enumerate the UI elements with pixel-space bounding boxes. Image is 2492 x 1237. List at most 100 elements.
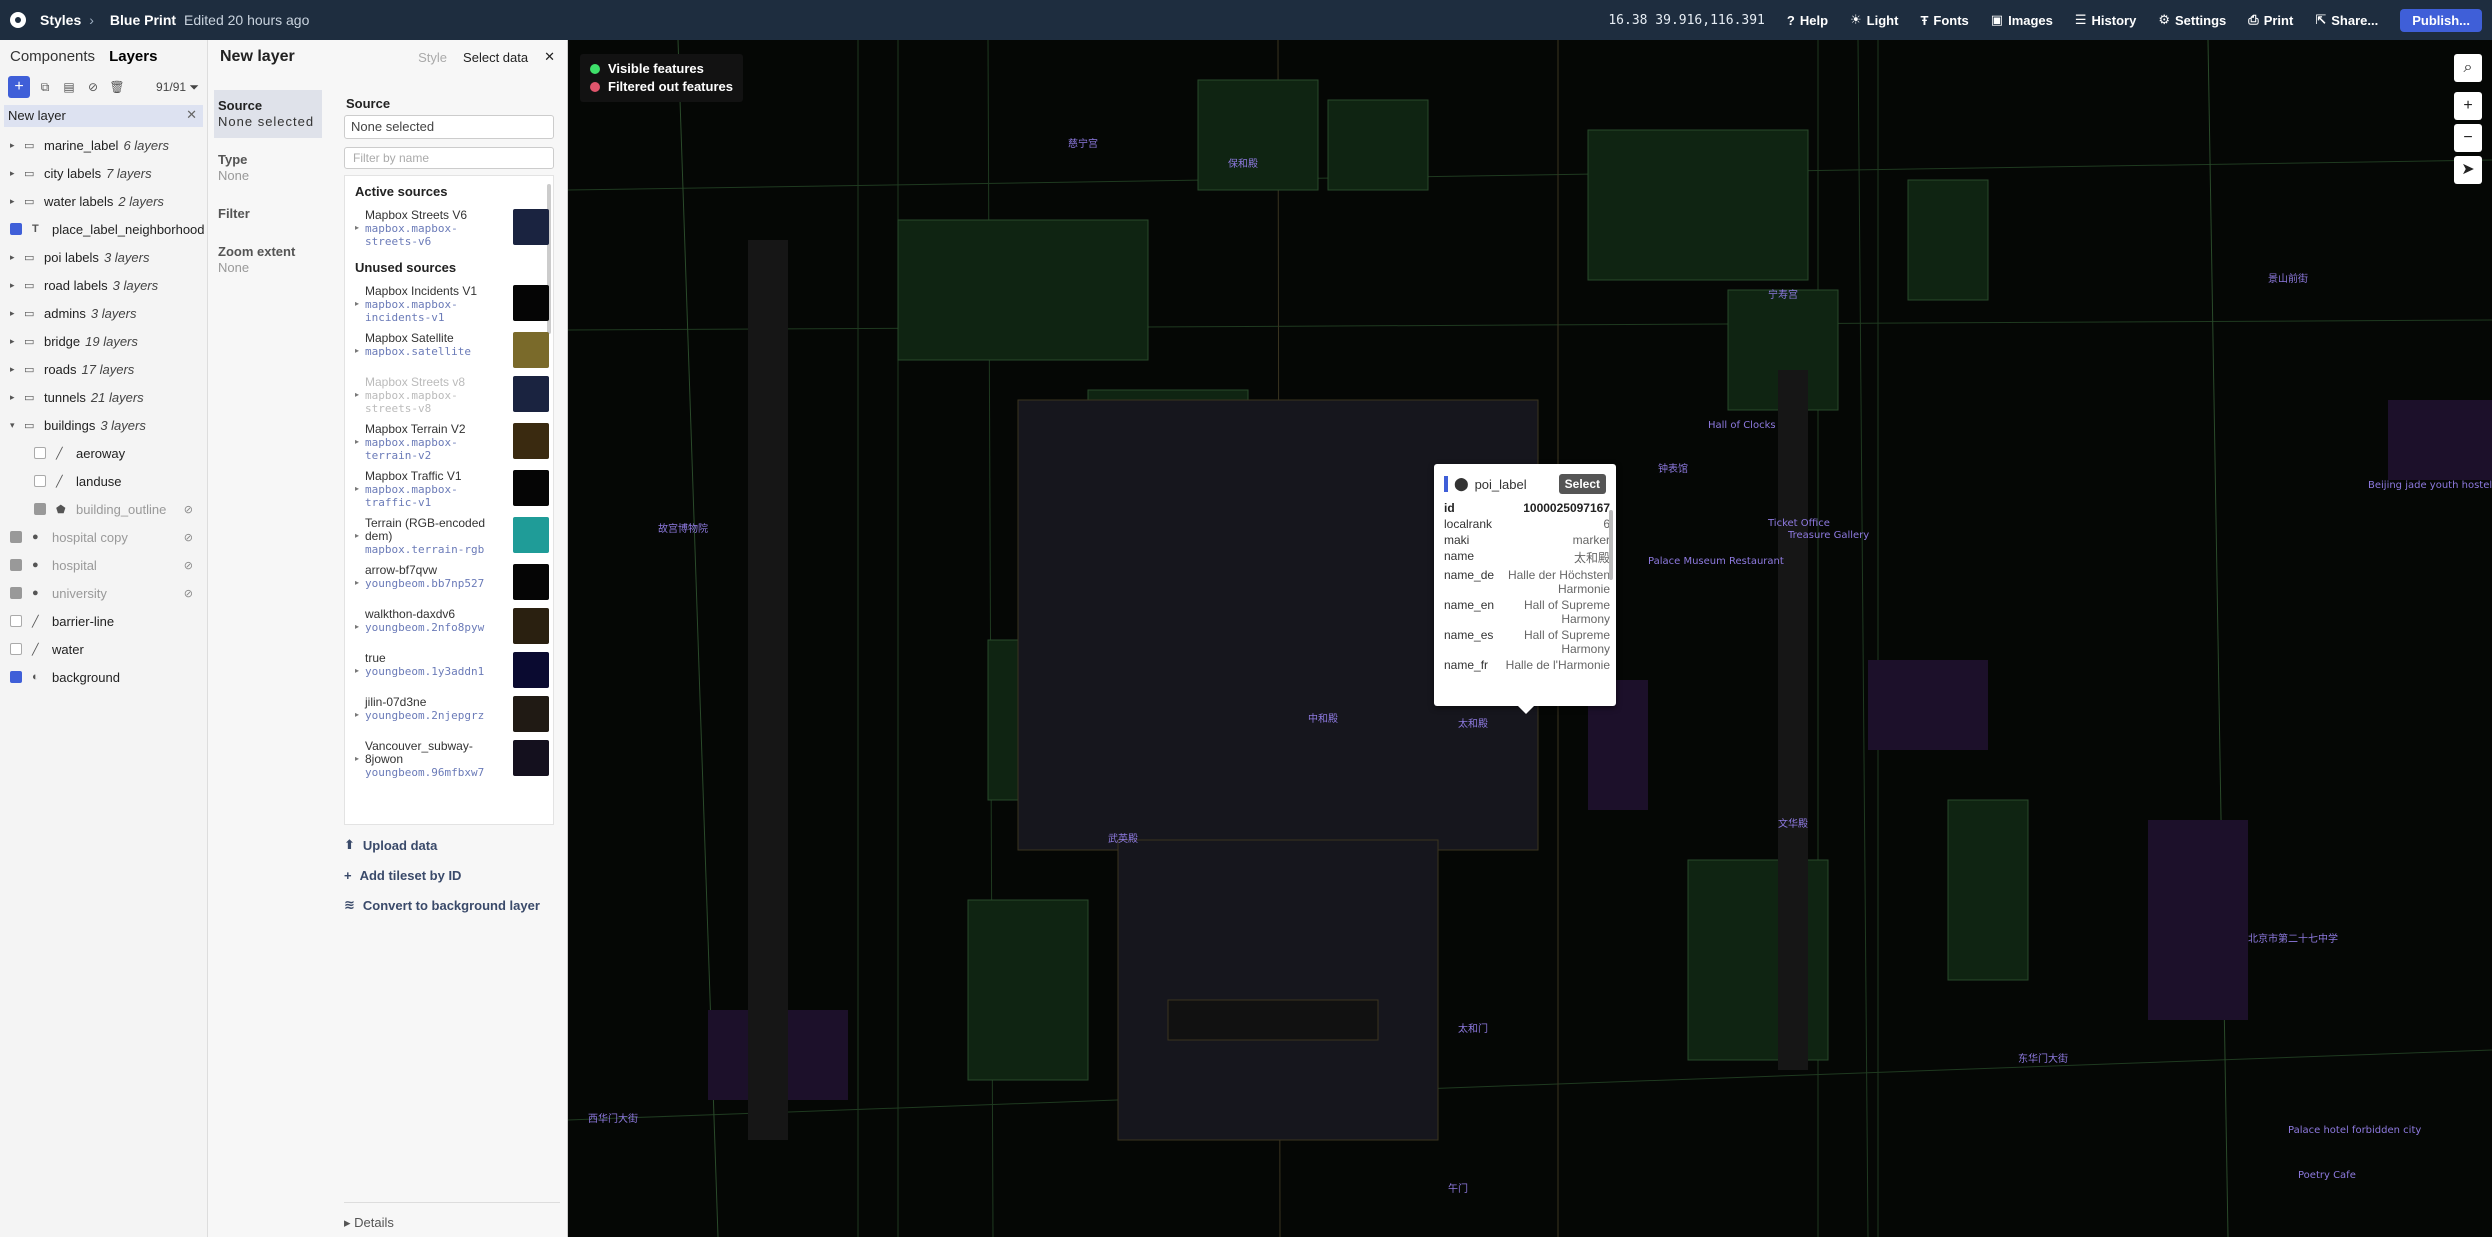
history-button[interactable]: ☰ History: [2075, 12, 2136, 28]
chevron-right-icon[interactable]: ▸: [355, 531, 365, 540]
layer-item[interactable]: ▸ ▭ poi labels 3 layers: [0, 243, 207, 271]
layer-item[interactable]: ● hospital copy ⊘: [0, 523, 207, 551]
hidden-eye-icon[interactable]: ⊘: [184, 531, 193, 544]
hidden-eye-icon[interactable]: ⊘: [184, 503, 193, 516]
chevron-right-icon[interactable]: ▸: [355, 578, 365, 587]
source-item[interactable]: ▸ Vancouver_subway-8jowon youngbeom.96mfbx…: [345, 736, 553, 783]
layer-item[interactable]: ▸ ▭ city labels 7 layers: [0, 159, 207, 187]
share-button[interactable]: ⇱ Share...: [2315, 12, 2378, 28]
layer-item[interactable]: ╱ water: [0, 635, 207, 663]
chevron-right-icon[interactable]: ▸: [355, 484, 365, 493]
chevron-right-icon[interactable]: ▸: [10, 252, 20, 263]
nav-zoom-extent[interactable]: Zoom extent None: [214, 236, 322, 284]
zoom-coordinates[interactable]: 16.38 39.916,116.391: [1608, 13, 1765, 28]
tab-style[interactable]: Style: [418, 50, 447, 65]
chevron-right-icon[interactable]: ▸: [10, 392, 20, 403]
layer-item[interactable]: ● hospital ⊘: [0, 551, 207, 579]
tab-layers[interactable]: Layers: [109, 48, 157, 65]
light-button[interactable]: ☀ Light: [1850, 12, 1898, 28]
source-item[interactable]: ▸ Mapbox Satellite mapbox.satellite: [345, 328, 553, 372]
add-layer-button[interactable]: +: [8, 76, 30, 98]
mapbox-logo-icon[interactable]: [10, 12, 26, 28]
chevron-right-icon[interactable]: ▸: [355, 437, 365, 446]
chevron-right-icon[interactable]: ▸: [10, 168, 20, 179]
layer-item[interactable]: ▾ ▭ buildings 3 layers: [0, 411, 207, 439]
source-item[interactable]: ▸ Mapbox Terrain V2 mapbox.mapbox-terrain-…: [345, 419, 553, 466]
details-toggle[interactable]: ▸ Details: [344, 1202, 560, 1231]
source-item[interactable]: ▸ Mapbox Traffic V1 mapbox.mapbox-traffic-…: [345, 466, 553, 513]
close-icon[interactable]: ✕: [186, 107, 197, 123]
search-icon[interactable]: ⌕: [2454, 54, 2482, 82]
breadcrumb-styles[interactable]: Styles: [40, 12, 81, 28]
chevron-right-icon[interactable]: ▸: [10, 140, 20, 151]
layer-item[interactable]: ▸ ▭ bridge 19 layers: [0, 327, 207, 355]
popup-scrollbar[interactable]: [1609, 510, 1613, 580]
chevron-right-icon[interactable]: ▸: [10, 308, 20, 319]
source-item[interactable]: ▸ Mapbox Streets V6 mapbox.mapbox-streets-…: [345, 205, 553, 252]
chevron-right-icon[interactable]: ▸: [355, 299, 365, 308]
compass-icon[interactable]: ➤: [2454, 156, 2482, 184]
chevron-right-icon[interactable]: ▸: [355, 622, 365, 631]
chevron-right-icon[interactable]: ▸: [355, 666, 365, 675]
hide-icon[interactable]: ⊘: [84, 78, 102, 96]
layer-item[interactable]: ╱ barrier-line: [0, 607, 207, 635]
zoom-in-button[interactable]: +: [2454, 92, 2482, 120]
chevron-right-icon[interactable]: ▸: [355, 223, 365, 232]
layer-item[interactable]: Tplace_label_neighborhood: [0, 215, 207, 243]
chevron-right-icon[interactable]: ▸: [355, 754, 365, 763]
add-tileset-button[interactable]: + Add tileset by ID: [344, 860, 540, 890]
hidden-eye-icon[interactable]: ⊘: [184, 587, 193, 600]
source-item[interactable]: ▸ Mapbox Incidents V1 mapbox.mapbox-incide…: [345, 281, 553, 328]
layer-item[interactable]: ◐ background: [0, 663, 207, 691]
chevron-right-icon[interactable]: ▸: [10, 364, 20, 375]
chevron-down-icon[interactable]: ▾: [10, 420, 20, 431]
upload-data-button[interactable]: ⬆ Upload data: [344, 830, 540, 860]
nav-source[interactable]: Source None selected: [214, 90, 322, 138]
group-icon[interactable]: ▤: [60, 78, 78, 96]
close-icon[interactable]: ✕: [544, 49, 555, 65]
tab-select-data[interactable]: Select data: [463, 50, 528, 65]
popup-select-button[interactable]: Select: [1558, 474, 1606, 494]
map-canvas[interactable]: 西华门大街 东华门大街 故宫博物院 太和殿 太和门 午门 Palace Museum Res…: [568, 40, 2492, 1237]
layer-search-input[interactable]: New layer ✕: [4, 105, 203, 127]
layer-item[interactable]: ▸ ▭ road labels 3 layers: [0, 271, 207, 299]
source-select[interactable]: None selected: [344, 115, 554, 139]
source-item[interactable]: ▸ Terrain (RGB-encoded dem) mapbox.terrain…: [345, 513, 553, 560]
breadcrumb-project[interactable]: Blue Print: [110, 12, 176, 28]
layer-item[interactable]: ▸ ▭ admins 3 layers: [0, 299, 207, 327]
help-button[interactable]: ? Help: [1787, 13, 1828, 28]
layer-item[interactable]: ▸ ▭ marine_label 6 layers: [0, 131, 207, 159]
duplicate-icon[interactable]: ⧉: [36, 78, 54, 96]
layer-item[interactable]: ▸ ▭ tunnels 21 layers: [0, 383, 207, 411]
layer-item[interactable]: ▸ ▭ water labels 2 layers: [0, 187, 207, 215]
publish-button[interactable]: Publish...: [2400, 8, 2482, 32]
tab-components[interactable]: Components: [10, 48, 95, 65]
chevron-right-icon[interactable]: ▸: [10, 196, 20, 207]
fonts-button[interactable]: Ŧ Fonts: [1920, 13, 1968, 28]
source-item[interactable]: ▸ walkthon-daxdv6 youngbeom.2nfo8pyw: [345, 604, 553, 648]
layer-item[interactable]: ▸ ▭ roads 17 layers: [0, 355, 207, 383]
layer-item[interactable]: ╱ aeroway: [0, 439, 207, 467]
convert-background-button[interactable]: ≋ Convert to background layer: [344, 890, 540, 920]
chevron-right-icon[interactable]: ▸: [355, 710, 365, 719]
delete-icon[interactable]: 🗑: [108, 78, 126, 96]
zoom-out-button[interactable]: −: [2454, 124, 2482, 152]
source-item[interactable]: ▸ jilin-07d3ne youngbeom.2njepgrz: [345, 692, 553, 736]
nav-filter[interactable]: Filter: [214, 198, 322, 230]
source-item[interactable]: ▸ true youngbeom.1y3addn1: [345, 648, 553, 692]
chevron-right-icon[interactable]: ▸: [10, 336, 20, 347]
filter-icon[interactable]: ⏷: [189, 80, 199, 94]
images-button[interactable]: ▣ Images: [1991, 12, 2053, 28]
settings-button[interactable]: ⚙ Settings: [2158, 12, 2226, 28]
layer-item[interactable]: ● university ⊘: [0, 579, 207, 607]
layer-item[interactable]: ╱ landuse: [0, 467, 207, 495]
nav-type[interactable]: Type None: [214, 144, 322, 192]
source-item[interactable]: ▸ arrow-bf7qvw youngbeom.bb7np527: [345, 560, 553, 604]
chevron-right-icon[interactable]: ▸: [10, 280, 20, 291]
chevron-right-icon[interactable]: ▸: [355, 346, 365, 355]
hidden-eye-icon[interactable]: ⊘: [184, 559, 193, 572]
chevron-right-icon[interactable]: ▸: [355, 390, 365, 399]
source-filter-input[interactable]: Filter by name: [344, 147, 554, 169]
source-item[interactable]: ▸ Mapbox Streets v8 mapbox.mapbox-streets-…: [345, 372, 553, 419]
layer-item[interactable]: ⬟ building_outline ⊘: [0, 495, 207, 523]
